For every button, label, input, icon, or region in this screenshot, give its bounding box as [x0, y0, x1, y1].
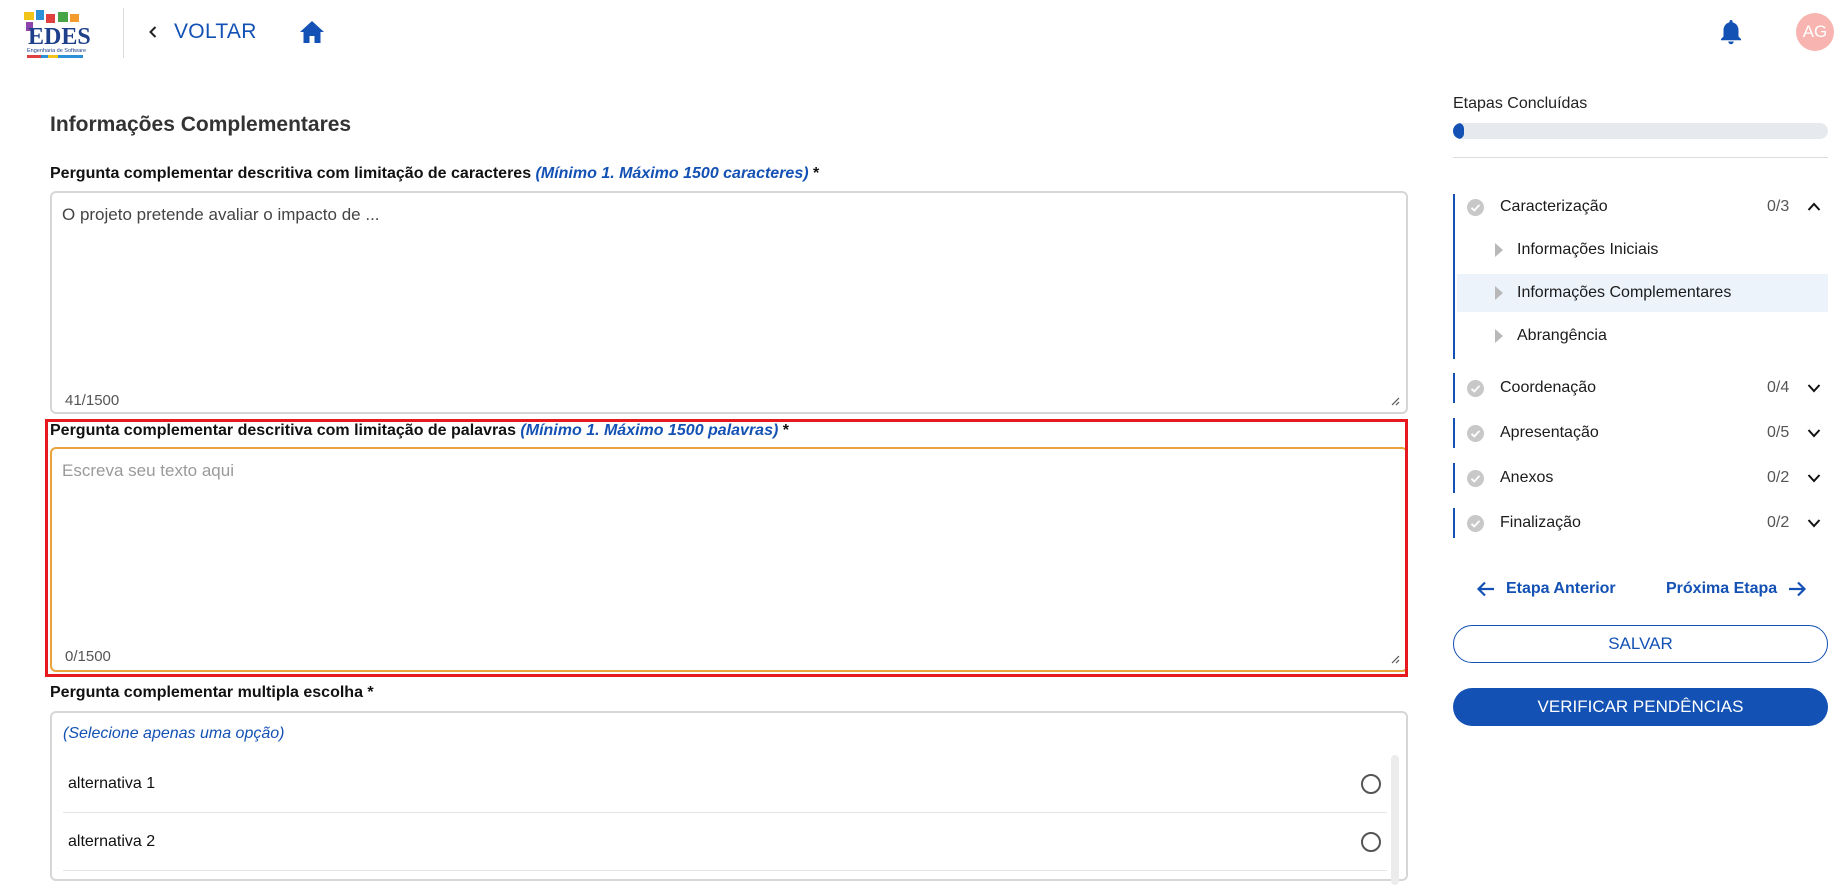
- step-bar: [1453, 373, 1455, 403]
- step-name: Finalização: [1500, 514, 1581, 531]
- question-1-hint: (Mínimo 1. Máximo 1500 caracteres): [535, 165, 809, 182]
- check-circle-icon: [1467, 515, 1484, 532]
- next-step-button[interactable]: Próxima Etapa: [1666, 574, 1807, 604]
- question-1-text: Pergunta complementar descritiva com lim…: [50, 165, 532, 182]
- question-3-text: Pergunta complementar multipla escolha: [50, 684, 363, 701]
- verify-pending-button[interactable]: VERIFICAR PENDÊNCIAS: [1453, 688, 1828, 726]
- word-counter: 0/1500: [65, 648, 111, 665]
- back-label: VOLTAR: [174, 20, 257, 43]
- question-2-textarea[interactable]: Escreva seu texto aqui 0/1500: [50, 447, 1408, 672]
- substep-label: Informações Iniciais: [1517, 241, 1659, 258]
- step-count: 0/4: [1767, 379, 1790, 396]
- progress-title: Etapas Concluídas: [1453, 95, 1588, 112]
- resize-handle-icon[interactable]: [1390, 654, 1400, 664]
- choice-option-label: alternativa 2: [68, 832, 156, 850]
- choice-option[interactable]: alternativa 1: [63, 755, 1387, 813]
- question-2-label: Pergunta complementar descritiva com lim…: [50, 422, 789, 440]
- required-marker: *: [367, 684, 374, 701]
- next-step-label: Próxima Etapa: [1666, 580, 1778, 597]
- top-header: EDES Engenharia de Software VOLTAR AG: [0, 0, 1841, 64]
- check-circle-icon: [1467, 199, 1484, 216]
- question-2-hint: (Mínimo 1. Máximo 1500 palavras): [520, 422, 779, 439]
- step-count: 0/2: [1767, 469, 1790, 486]
- header-divider: [123, 8, 124, 58]
- step-name: Anexos: [1500, 469, 1554, 486]
- arrow-left-icon: [1476, 581, 1494, 597]
- radio-button[interactable]: [1361, 831, 1381, 852]
- chevron-down-icon[interactable]: [1806, 470, 1822, 486]
- choice-option-label: alternativa 1: [68, 774, 156, 792]
- choice-option[interactable]: alternativa 2: [63, 813, 1387, 871]
- step-bar: [1453, 508, 1455, 538]
- check-circle-icon: [1467, 470, 1484, 487]
- choice-scrollbar[interactable]: [1391, 755, 1399, 885]
- svg-text:EDES: EDES: [28, 24, 91, 50]
- character-counter: 41/1500: [65, 392, 120, 409]
- multiple-choice-box: (Selecione apenas uma opção) alternativa…: [50, 711, 1408, 885]
- required-marker: *: [782, 422, 789, 439]
- caret-right-icon: [1495, 286, 1503, 300]
- chevron-down-icon[interactable]: [1806, 380, 1822, 396]
- back-button[interactable]: VOLTAR: [146, 18, 257, 46]
- chevron-down-icon[interactable]: [1806, 425, 1822, 441]
- caret-right-icon: [1495, 329, 1503, 343]
- step-caracterizacao[interactable]: Caracterização 0/3: [1453, 192, 1828, 222]
- caret-right-icon: [1495, 243, 1503, 257]
- previous-step-button[interactable]: Etapa Anterior: [1476, 574, 1616, 604]
- step-count: 0/5: [1767, 424, 1790, 441]
- section-title: Informações Complementares: [50, 113, 352, 136]
- choice-hint: (Selecione apenas uma opção): [63, 725, 285, 742]
- question-2-text: Pergunta complementar descritiva com lim…: [50, 422, 516, 439]
- step-name: Coordenação: [1500, 379, 1597, 396]
- sidebar-divider: [1453, 157, 1828, 158]
- step-anexos[interactable]: Anexos 0/2: [1453, 463, 1828, 493]
- question-1-textarea[interactable]: O projeto pretende avaliar o impacto de …: [50, 191, 1408, 414]
- substep-abrangencia[interactable]: Abrangência: [1457, 317, 1828, 355]
- chevron-left-icon: [149, 26, 157, 38]
- chevron-up-icon[interactable]: [1806, 199, 1822, 215]
- question-2-placeholder[interactable]: Escreva seu texto aqui: [62, 461, 234, 481]
- question-1-label: Pergunta complementar descritiva com lim…: [50, 165, 819, 183]
- step-bar: [1453, 418, 1455, 448]
- check-circle-icon: [1467, 380, 1484, 397]
- radio-button[interactable]: [1361, 773, 1381, 794]
- substep-label: Abrangência: [1517, 327, 1607, 344]
- step-apresentacao[interactable]: Apresentação 0/5: [1453, 418, 1828, 448]
- required-marker: *: [813, 165, 820, 182]
- step-finalizacao[interactable]: Finalização 0/2: [1453, 508, 1828, 538]
- user-avatar[interactable]: AG: [1796, 13, 1834, 51]
- step-count: 0/3: [1767, 198, 1790, 215]
- question-1-value[interactable]: O projeto pretende avaliar o impacto de …: [62, 205, 380, 225]
- step-bar: [1453, 463, 1455, 493]
- progress-fill: [1453, 123, 1465, 139]
- step-coordenacao[interactable]: Coordenação 0/4: [1453, 373, 1828, 403]
- edes-logo[interactable]: EDES Engenharia de Software: [18, 6, 92, 62]
- substep-label: Informações Complementares: [1517, 284, 1732, 301]
- step-count: 0/2: [1767, 514, 1790, 531]
- question-3-label: Pergunta complementar multipla escolha *: [50, 684, 374, 702]
- chevron-down-icon[interactable]: [1806, 515, 1822, 531]
- step-name: Caracterização: [1500, 198, 1608, 215]
- substep-informacoes-complementares[interactable]: Informações Complementares: [1457, 274, 1828, 312]
- substep-informacoes-iniciais[interactable]: Informações Iniciais: [1457, 231, 1828, 269]
- svg-text:Engenharia de Software: Engenharia de Software: [27, 48, 86, 54]
- save-button[interactable]: SALVAR: [1453, 625, 1828, 663]
- resize-handle-icon[interactable]: [1390, 396, 1400, 406]
- arrow-right-icon: [1789, 581, 1807, 597]
- step-name: Apresentação: [1500, 424, 1599, 441]
- progress-bar: [1453, 123, 1828, 139]
- home-icon[interactable]: [298, 18, 326, 46]
- check-circle-icon: [1467, 425, 1484, 442]
- previous-step-label: Etapa Anterior: [1506, 580, 1616, 597]
- bell-icon[interactable]: [1718, 18, 1744, 46]
